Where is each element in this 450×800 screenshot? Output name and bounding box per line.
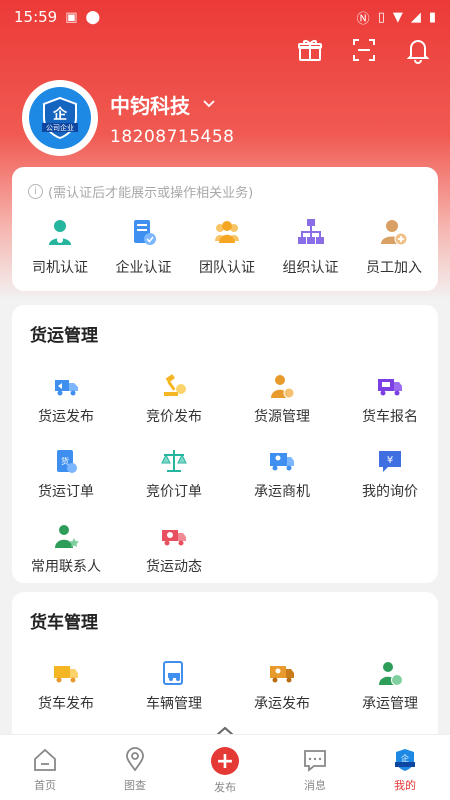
auction-publish[interactable]: 竞价发布 [120, 356, 228, 431]
carrier-opportunity-icon [270, 453, 294, 471]
tab-publish[interactable]: + 发布 [180, 735, 270, 800]
message-icon [304, 750, 326, 772]
enterprise-icon [133, 220, 156, 245]
battery-icon: ▮ [428, 9, 436, 25]
tab-messages[interactable]: 消息 [270, 735, 360, 800]
status-time: 15:59 [14, 8, 58, 26]
bell-icon[interactable] [404, 36, 432, 64]
svg-text:¥: ¥ [387, 455, 393, 466]
carrier-publish-icon [270, 666, 294, 683]
my-inquiry[interactable]: ¥ 我的询价 [336, 431, 444, 506]
carrier-manage-icon [379, 662, 403, 686]
cargo-source-manage[interactable]: 货源管理 [228, 356, 336, 431]
status-bar: 15:59 ▣ ⬤ Ⓝ ▯ ▼ ◢ ▮ [0, 0, 450, 34]
section-title-truck: 货车管理 [30, 613, 98, 633]
company-name-row[interactable]: 中钧科技 [110, 90, 234, 119]
cert-team[interactable]: 团队认证 [189, 217, 265, 277]
common-contacts[interactable]: 常用联系人 [12, 506, 120, 581]
svg-text:货: 货 [61, 456, 69, 466]
cargo-manage-icon [271, 375, 295, 399]
inquiry-icon: ¥ [379, 451, 401, 472]
gallery-icon: ▣ [65, 9, 78, 25]
freight-status-icon [162, 530, 186, 546]
truck-signup-icon [378, 379, 402, 396]
team-icon [215, 221, 239, 243]
org-icon [297, 219, 324, 244]
contact-icon [55, 525, 79, 548]
cert-org[interactable]: 组织认证 [273, 217, 349, 277]
certification-card: i (需认证后才能展示或操作相关业务) 司机认证 企业认证 团队认证 组织认证 … [12, 167, 438, 291]
vibrate-icon: ▯ [377, 9, 385, 25]
truck-publish[interactable]: 货车发布 [12, 643, 120, 718]
status-icons: Ⓝ ▯ ▼ ◢ ▮ [357, 8, 436, 27]
freight-order[interactable]: 货 货运订单 [12, 431, 120, 506]
certification-notice: i (需认证后才能展示或操作相关业务) [12, 167, 438, 201]
chevron-down-icon[interactable] [202, 99, 216, 109]
tab-map[interactable]: 图查 [90, 735, 180, 800]
freight-management-card: 货运管理 货运发布 竞价发布 货源管理 货车报名 货 货运订单 竞价订单 承运商… [12, 305, 438, 583]
top-actions [296, 36, 432, 64]
cert-employee-join[interactable]: 员工加入 [356, 217, 432, 277]
avatar[interactable]: 企 公司企业 [22, 80, 98, 156]
auction-icon [164, 374, 186, 396]
bottom-tab-bar: 首页 图查 + 发布 消息 企 我的 [0, 734, 450, 800]
freight-publish[interactable]: 货运发布 [12, 356, 120, 431]
plus-icon: + [211, 747, 239, 775]
company-phone: 18208715458 [110, 126, 235, 147]
svg-text:企: 企 [52, 106, 68, 123]
nfc-icon: Ⓝ [356, 11, 370, 27]
driver-icon [49, 220, 71, 245]
info-icon: i [28, 184, 43, 199]
svg-text:企: 企 [401, 753, 409, 763]
map-pin-icon [126, 747, 144, 772]
signal-icon: ◢ [410, 9, 421, 25]
company-badge-icon: 企 公司企业 [42, 96, 78, 140]
vehicle-manage[interactable]: 车辆管理 [120, 643, 228, 718]
gift-icon[interactable] [296, 36, 324, 64]
auction-order[interactable]: 竞价订单 [120, 431, 228, 506]
truck-signup[interactable]: 货车报名 [336, 356, 444, 431]
wifi-icon: ▼ [392, 9, 403, 25]
carrier-opportunity[interactable]: 承运商机 [228, 431, 336, 506]
carrier-publish[interactable]: 承运发布 [228, 643, 336, 718]
carrier-manage[interactable]: 承运管理 [336, 643, 444, 718]
badge-text: 公司企业 [46, 123, 74, 132]
company-name: 中钧科技 [110, 93, 190, 118]
section-title-freight: 货运管理 [30, 326, 98, 346]
location-icon: ⬤ [85, 9, 101, 25]
tab-home[interactable]: 首页 [0, 735, 90, 800]
scan-icon[interactable] [350, 36, 378, 64]
profile-badge-icon: 企 [395, 749, 415, 771]
company-profile[interactable]: 企 公司企业 中钧科技 18208715458 [22, 80, 234, 156]
home-icon [34, 748, 56, 771]
scale-icon [161, 450, 187, 472]
tab-mine[interactable]: 企 我的 [360, 735, 450, 800]
truck-publish-icon [55, 380, 78, 396]
truck-management-card: 货车管理 货车发布 车辆管理 承运发布 承运管理 [12, 592, 438, 742]
cert-enterprise[interactable]: 企业认证 [106, 217, 182, 277]
truck-icon [54, 666, 78, 683]
vehicle-manage-icon [163, 661, 183, 685]
order-icon: 货 [57, 450, 77, 473]
freight-status[interactable]: 货运动态 [120, 506, 228, 581]
cert-driver[interactable]: 司机认证 [22, 217, 98, 277]
employee-add-icon [381, 220, 408, 246]
